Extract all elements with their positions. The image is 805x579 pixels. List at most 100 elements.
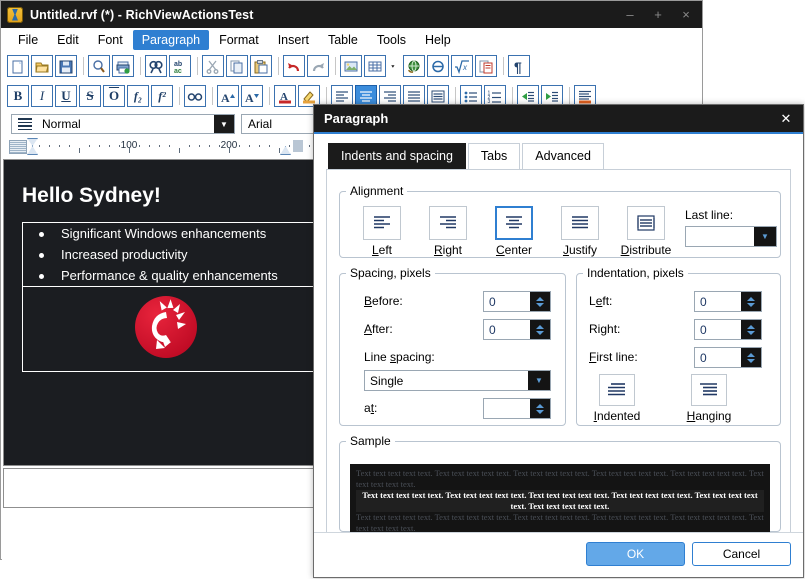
find-icon-glyph [148,59,164,74]
spellcheck-glasses-icon[interactable] [184,85,206,107]
line-spacing-combo[interactable]: Single ▼ [364,370,551,391]
overline-icon[interactable]: O [103,85,125,107]
chevron-down-icon[interactable]: ▼ [214,115,234,133]
insert-hyperlink-icon[interactable] [403,55,425,77]
cancel-button[interactable]: Cancel [692,542,791,566]
menu-item-paragraph[interactable]: Paragraph [133,30,209,50]
underline-icon[interactable]: U [55,85,77,107]
menu-item-insert[interactable]: Insert [269,30,318,50]
spacing-before-spinner[interactable]: 0 [483,291,551,312]
redo-icon[interactable] [307,55,329,77]
spacing-after-spinner[interactable]: 0 [483,319,551,340]
alignment-icon-box-left[interactable] [363,206,401,240]
svg-text:x: x [462,63,468,72]
chevron-down-icon[interactable]: ▼ [528,371,550,390]
dialog-close-icon[interactable]: ✕ [775,108,797,130]
ok-button[interactable]: OK [586,542,685,566]
close-button[interactable]: × [672,2,700,27]
alignment-option-right[interactable]: Right [420,206,476,257]
bold-icon[interactable]: B [7,85,29,107]
undo-icon[interactable] [283,55,305,77]
chevron-down-icon[interactable]: ▼ [754,227,776,246]
alignment-icon-box-center[interactable] [495,206,533,240]
toolbar-separator [326,87,327,105]
ruler-tick [209,145,210,147]
grow-font-icon[interactable]: A [217,85,239,107]
paste-icon[interactable] [250,55,272,77]
cut-icon[interactable] [202,55,224,77]
tab-advanced[interactable]: Advanced [522,143,604,169]
insert-page-break-icon[interactable] [475,55,497,77]
window-titlebar: Untitled.rvf (*) - RichViewActionsTest –… [1,1,702,28]
menu-item-help[interactable]: Help [416,30,460,50]
alignment-option-justify[interactable]: Justify [552,206,608,257]
tab-tabs[interactable]: Tabs [468,143,520,169]
menu-item-edit[interactable]: Edit [48,30,88,50]
bold-icon-glyph: B [14,88,23,104]
insert-picture-icon[interactable] [340,55,362,77]
save-icon-glyph [58,59,74,74]
maximize-button[interactable]: + [644,2,672,27]
new-icon[interactable] [7,55,29,77]
indent-right-spinner[interactable]: 0 [694,319,762,340]
italic-icon[interactable]: I [31,85,53,107]
svg-text:3: 3 [488,99,491,104]
tab-indents-and-spacing[interactable]: Indents and spacing [328,143,466,169]
insert-table-icon[interactable] [364,55,386,77]
indent-first-line-spinner[interactable]: 0 [694,347,762,368]
menu-item-table[interactable]: Table [319,30,367,50]
indent-left-spinner[interactable]: 0 [694,291,762,312]
subscript-icon[interactable]: f₂ [127,85,149,107]
paragraph-style-combo[interactable]: Normal ▼ [11,114,235,134]
minimize-button[interactable]: – [616,2,644,27]
hanging-button[interactable]: Hanging [677,374,741,423]
alignment-option-left[interactable]: Left [354,206,410,257]
strikeout-icon[interactable]: S [79,85,101,107]
ruler-tick [289,145,290,147]
print-icon-glyph [115,59,131,74]
at-spinner[interactable] [483,398,551,419]
menu-item-font[interactable]: Font [89,30,132,50]
alignment-icon-box-justify[interactable] [561,206,599,240]
spinner-arrows-icon[interactable] [741,292,761,311]
spacing-after-value: 0 [484,323,530,337]
spinner-arrows-icon[interactable] [741,348,761,367]
spinner-arrows-icon[interactable] [741,320,761,339]
menu-item-format[interactable]: Format [210,30,268,50]
dialog-title: Paragraph [324,111,388,126]
menu-item-file[interactable]: File [9,30,47,50]
shrink-font-icon[interactable]: A [241,85,263,107]
alignment-option-center[interactable]: Center [486,206,542,257]
insert-table-icon-glyph [367,59,383,74]
save-icon[interactable] [55,55,77,77]
alignment-icon-box-right[interactable] [429,206,467,240]
spinner-arrows-icon[interactable] [530,320,550,339]
last-line-combo[interactable]: ▼ [685,226,777,247]
print-preview-icon[interactable] [88,55,110,77]
print-icon[interactable] [112,55,134,77]
toolbar-separator [455,87,456,105]
copy-icon[interactable] [226,55,248,77]
alignment-option-distribute[interactable]: Distribute [618,206,674,257]
insert-symbol-icon[interactable] [427,55,449,77]
superscript-icon[interactable]: f² [151,85,173,107]
spinner-arrows-icon[interactable] [530,292,550,311]
spacing-before-value: 0 [484,295,530,309]
insert-formula-icon[interactable]: x [451,55,473,77]
font-color-icon[interactable]: A [274,85,296,107]
spinner-arrows-icon[interactable] [530,399,550,418]
ruler-corner-block [9,140,27,154]
align-justify-icon [569,214,591,232]
insert-table-dropdown-icon[interactable] [388,55,401,77]
superscript-icon-glyph: f² [158,89,166,104]
show-paragraph-marks-icon[interactable]: ¶ [508,55,530,77]
toolbar-separator [197,57,198,75]
indented-button[interactable]: Indented [585,374,649,423]
alignment-icon-box-distribute[interactable] [627,206,665,240]
sample-preview: Text text text text text. Text text text… [350,464,770,542]
find-icon[interactable] [145,55,167,77]
replace-icon[interactable]: abac [169,55,191,77]
ruler-tick [79,148,80,153]
menu-item-tools[interactable]: Tools [368,30,415,50]
open-icon[interactable] [31,55,53,77]
